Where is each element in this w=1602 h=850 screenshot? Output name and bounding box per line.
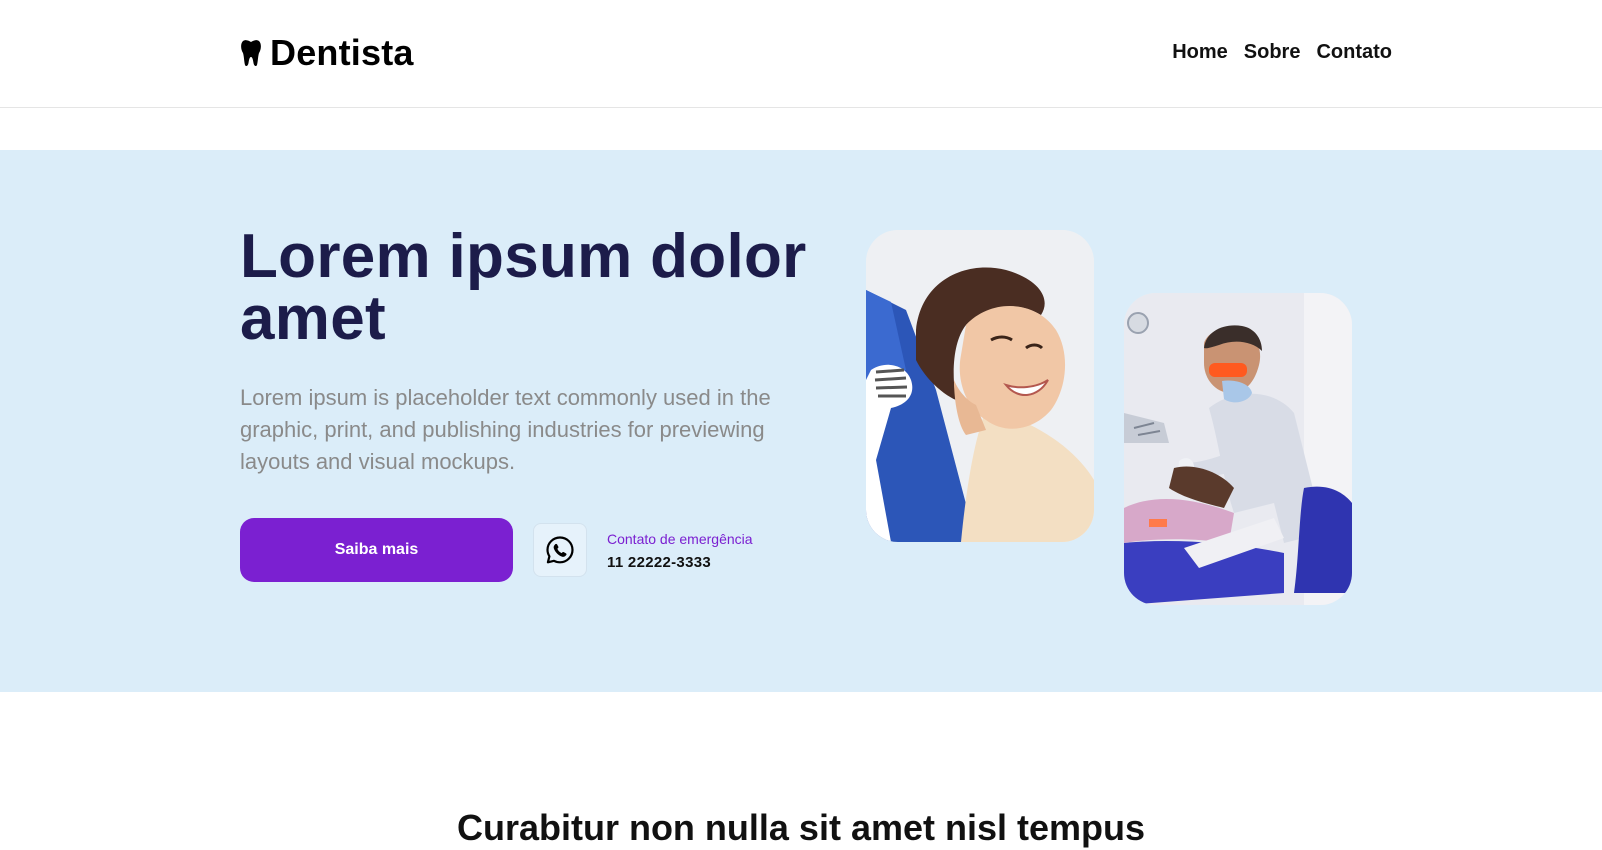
- nav-link-contato[interactable]: Contato: [1316, 38, 1392, 66]
- brand-logo-link[interactable]: Dentista: [240, 30, 414, 76]
- nav-link-sobre[interactable]: Sobre: [1244, 38, 1301, 66]
- tooth-icon: [240, 39, 262, 67]
- main-nav: Home Sobre Contato: [1172, 38, 1392, 66]
- hero-section: Lorem ipsum dolor amet Lorem ipsum is pl…: [0, 150, 1602, 692]
- emergency-contact-label: Contato de emergência: [607, 531, 753, 547]
- saiba-mais-button[interactable]: Saiba mais: [240, 518, 513, 582]
- emergency-contact-phone: 11 22222-3333: [607, 554, 711, 571]
- brand-name: Dentista: [270, 32, 414, 73]
- smiling-patient-photo: [866, 230, 1094, 542]
- hero-title: Lorem ipsum dolor amet: [240, 222, 807, 353]
- dentist-treating-patient-photo: [1124, 293, 1352, 605]
- hero-lead-text: Lorem ipsum is placeholder text commonly…: [240, 385, 771, 474]
- nav-link-home[interactable]: Home: [1172, 38, 1228, 66]
- site-header: Dentista Home Sobre Contato: [0, 0, 1602, 108]
- section-title: Curabitur non nulla sit amet nisl tempus: [456, 807, 1146, 848]
- whatsapp-icon[interactable]: [533, 523, 587, 577]
